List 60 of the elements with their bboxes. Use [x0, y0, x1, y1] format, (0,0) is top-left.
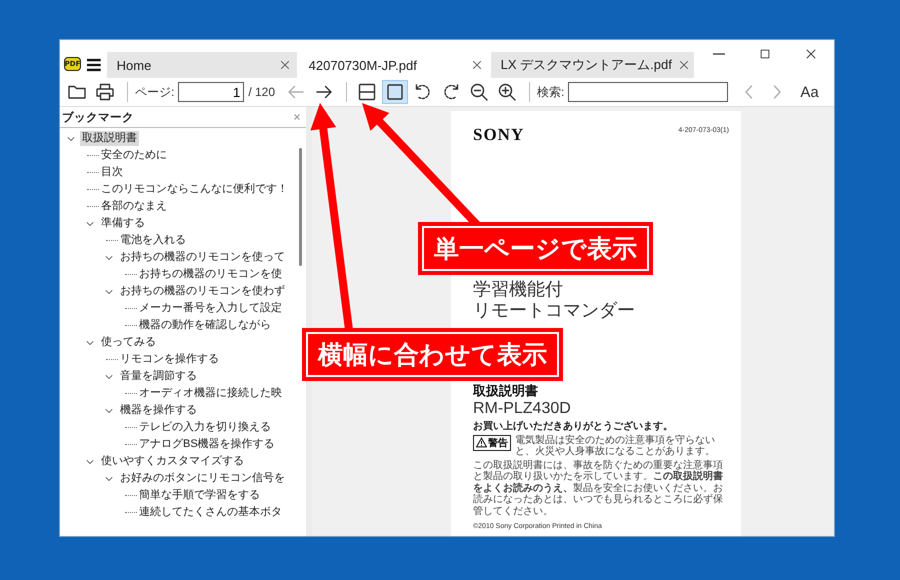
warning-label-text: 警告	[488, 436, 508, 450]
thanks-text: お買い上げいただきありがとうございます。	[473, 421, 674, 433]
match-case-button[interactable]: Aa	[798, 84, 821, 100]
bookmark-item[interactable]: 電池を入れる	[118, 233, 188, 248]
bookmark-item[interactable]: テレビの入力を切り換える	[137, 420, 273, 435]
bookmark-item[interactable]: アナログBS機器を操作する	[137, 437, 277, 452]
product-title: 学習機能付	[473, 279, 564, 300]
zoom-out-icon	[469, 82, 490, 102]
callout-label: 単一ページで表示	[418, 222, 653, 275]
bookmark-item[interactable]: 機器の動作を確認しながら	[137, 318, 273, 333]
bookmark-item[interactable]: 目次	[99, 165, 125, 180]
close-icon	[292, 112, 302, 122]
warning-text: 電気製品は安全のための注意事項を守らないと、火災や人身事故になることがあります。	[515, 434, 716, 458]
model-number: RM-PLZ430D	[473, 400, 572, 418]
bookmark-item[interactable]: 音量を調節する	[118, 369, 199, 384]
bookmark-item[interactable]: 各部のなまえ	[99, 199, 169, 214]
zoom-in-icon	[497, 82, 518, 102]
search-label: 検索:	[537, 84, 564, 100]
bookmark-item[interactable]: オーディオ機器に接続した映	[137, 386, 284, 401]
page-number-field[interactable]: 1	[178, 82, 244, 102]
bookmark-item[interactable]: 取扱説明書	[80, 131, 139, 146]
tab[interactable]: Home	[106, 52, 297, 78]
minimize-icon	[713, 53, 725, 55]
close-icon	[804, 47, 818, 61]
single-page-icon	[385, 82, 406, 102]
maximize-icon	[758, 47, 772, 61]
bookmark-item[interactable]: 機器を操作する	[118, 403, 199, 418]
brand-logo: SONY	[473, 125, 524, 145]
search-field[interactable]	[568, 82, 728, 102]
notice-text: この取扱説明書には、事故を防ぐための重要な注意事項と製品の取り扱いかたを示しています。この取扱説明書をよくお読みのうえ、製品を安全にお使いください。お読みになったあとは、いつでも見られるところに必ず保管してください。	[473, 460, 724, 518]
bookmark-item[interactable]: リモコンを操作する	[118, 352, 221, 367]
bookmark-item[interactable]: 連続してたくさんの基本ボタ	[137, 505, 284, 520]
bookmark-item[interactable]: お持ちの機器のリモコンを使って	[118, 250, 287, 265]
product-title: リモートコマンダー	[473, 300, 636, 320]
close-icon	[470, 59, 483, 71]
page-total: / 120	[248, 85, 276, 99]
bookmark-item[interactable]: 準備する	[99, 216, 147, 231]
bookmark-item[interactable]: お持ちの機器のリモコンを使わず	[118, 284, 287, 299]
bookmark-item[interactable]: 使ってみる	[99, 335, 158, 350]
bookmark-item[interactable]: このリモコンならこんなに便利です！	[99, 182, 290, 197]
bookmark-item[interactable]: 簡単な手順で学習をする	[137, 488, 262, 503]
warning-icon	[476, 437, 487, 448]
fit-width-icon	[357, 82, 378, 102]
scrollbar-thumb[interactable]	[299, 148, 302, 266]
tab[interactable]: LX デスクマウントアーム.pdf	[490, 52, 694, 78]
bookmark-item[interactable]: 使いやすくカスタマイズする	[99, 454, 246, 469]
bookmark-item[interactable]: 安全のために	[99, 148, 169, 163]
panel-close-button[interactable]	[292, 112, 302, 122]
document-heading: 取扱説明書	[473, 382, 539, 400]
close-icon	[678, 59, 690, 71]
page-label: ページ:	[135, 84, 174, 100]
bookmark-item[interactable]: お好みのボタンにリモコン信号を	[118, 471, 287, 486]
close-icon	[278, 59, 291, 71]
menu-icon	[86, 57, 102, 73]
single-page-button[interactable]	[382, 80, 408, 104]
bookmark-item[interactable]: メーカー番号を入力して設定	[137, 301, 284, 316]
bookmark-item[interactable]: お持ちの機器のリモコンを使	[137, 267, 284, 282]
callout-label: 横幅に合わせて表示	[302, 328, 563, 381]
panel-title: ブックマーク	[62, 110, 134, 124]
printer-icon	[95, 82, 115, 102]
